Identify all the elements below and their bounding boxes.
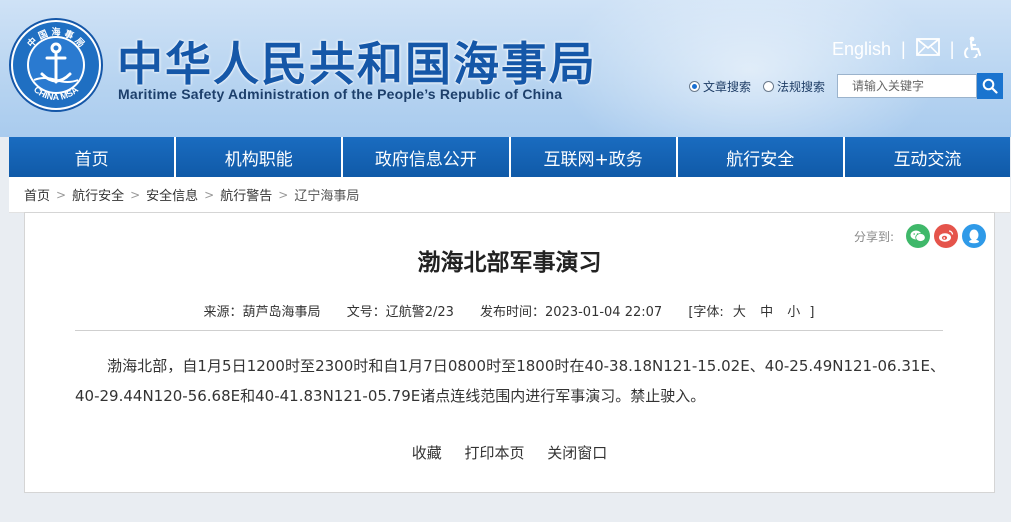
- search-input[interactable]: 请输入关键字: [837, 74, 978, 98]
- breadcrumb-separator: >: [278, 187, 289, 202]
- close-window-button[interactable]: 关闭窗口: [547, 444, 607, 462]
- search-icon: [982, 78, 998, 94]
- weibo-icon: [939, 230, 954, 242]
- nav-item-interaction[interactable]: 互动交流: [844, 137, 1011, 177]
- site-title-english: Maritime Safety Administration of the Pe…: [118, 86, 563, 102]
- radio-selected-icon: [689, 80, 700, 92]
- regulation-search-label: 法规搜索: [777, 79, 826, 94]
- print-button[interactable]: 打印本页: [464, 444, 524, 462]
- top-utility-links: English | |: [832, 36, 984, 62]
- site-header: 中 国 海 事 局 CHINA MSA 中华人民共和国海事局 Maritime …: [0, 0, 1011, 137]
- qq-icon: [969, 229, 979, 244]
- article-panel: 分享到: 渤海北部军事演习 来源：葫芦岛海事局 文号：辽航警2/23 发布时间：…: [24, 212, 995, 493]
- china-msa-logo[interactable]: 中 国 海 事 局 CHINA MSA: [9, 18, 103, 112]
- article-meta: 来源：葫芦岛海事局 文号：辽航警2/23 发布时间：2023-01-04 22:…: [75, 301, 943, 331]
- breadcrumb-navigation-safety[interactable]: 航行安全: [72, 185, 124, 204]
- font-size-label: [字体:: [688, 305, 724, 320]
- share-label: 分享到:: [853, 229, 894, 244]
- radio-unselected-icon: [763, 80, 775, 92]
- font-size-medium-button[interactable]: 中: [760, 305, 773, 320]
- nav-item-navigation-safety[interactable]: 航行安全: [677, 137, 845, 177]
- nav-item-home[interactable]: 首页: [9, 137, 177, 177]
- article-title: 渤海北部军事演习: [417, 250, 602, 276]
- mail-icon[interactable]: [915, 38, 940, 60]
- main-navigation: 首页 机构职能 政府信息公开 互联网+政务 航行安全 互动交流: [9, 137, 1011, 177]
- regulation-search-radio[interactable]: 法规搜索: [763, 78, 825, 95]
- breadcrumb-separator: >: [130, 187, 141, 202]
- breadcrumb-separator: >: [56, 187, 67, 202]
- link-separator: |: [949, 38, 955, 59]
- article-body: 渤海北部，自1月5日1200时至2300时和自1月7日0800时至1800时在4…: [75, 357, 945, 405]
- link-separator: |: [901, 38, 906, 59]
- english-link[interactable]: English: [832, 39, 891, 60]
- site-title-chinese: 中华人民共和国海事局: [117, 37, 597, 91]
- breadcrumb-navigation-warning[interactable]: 航行警告: [220, 185, 272, 204]
- nav-item-internet-gov[interactable]: 互联网+政务: [510, 137, 678, 177]
- wechat-icon: [910, 230, 926, 242]
- nav-item-gov-info[interactable]: 政府信息公开: [343, 137, 511, 177]
- favorite-button[interactable]: 收藏: [412, 444, 442, 462]
- article-source: 来源：葫芦岛海事局: [203, 305, 321, 320]
- article-doc-number: 文号：辽航警2/23: [346, 305, 454, 320]
- breadcrumb-separator: >: [204, 187, 215, 202]
- article-search-label: 文章搜索: [703, 79, 752, 94]
- article-publish-time: 发布时间：2023-01-04 22:07: [480, 305, 663, 320]
- breadcrumb-home[interactable]: 首页: [24, 185, 50, 204]
- nav-item-functions[interactable]: 机构职能: [176, 137, 344, 177]
- header-background-glow: [560, 0, 940, 137]
- breadcrumb: 首页 > 航行安全 > 安全信息 > 航行警告 > 辽宁海事局: [9, 177, 1010, 213]
- breadcrumb-liaoning-msa[interactable]: 辽宁海事局: [294, 185, 359, 204]
- search-area: 文章搜索 法规搜索 请输入关键字: [689, 73, 1004, 99]
- font-size-large-button[interactable]: 大: [733, 305, 746, 320]
- font-size-label-close: ]: [809, 305, 815, 320]
- breadcrumb-safety-info[interactable]: 安全信息: [146, 185, 198, 204]
- font-size-small-button[interactable]: 小: [787, 305, 800, 320]
- search-button[interactable]: [977, 73, 1004, 99]
- accessibility-icon[interactable]: [964, 36, 984, 62]
- article-actions: 收藏 打印本页 关闭窗口: [25, 442, 994, 463]
- article-search-radio[interactable]: 文章搜索: [689, 78, 751, 95]
